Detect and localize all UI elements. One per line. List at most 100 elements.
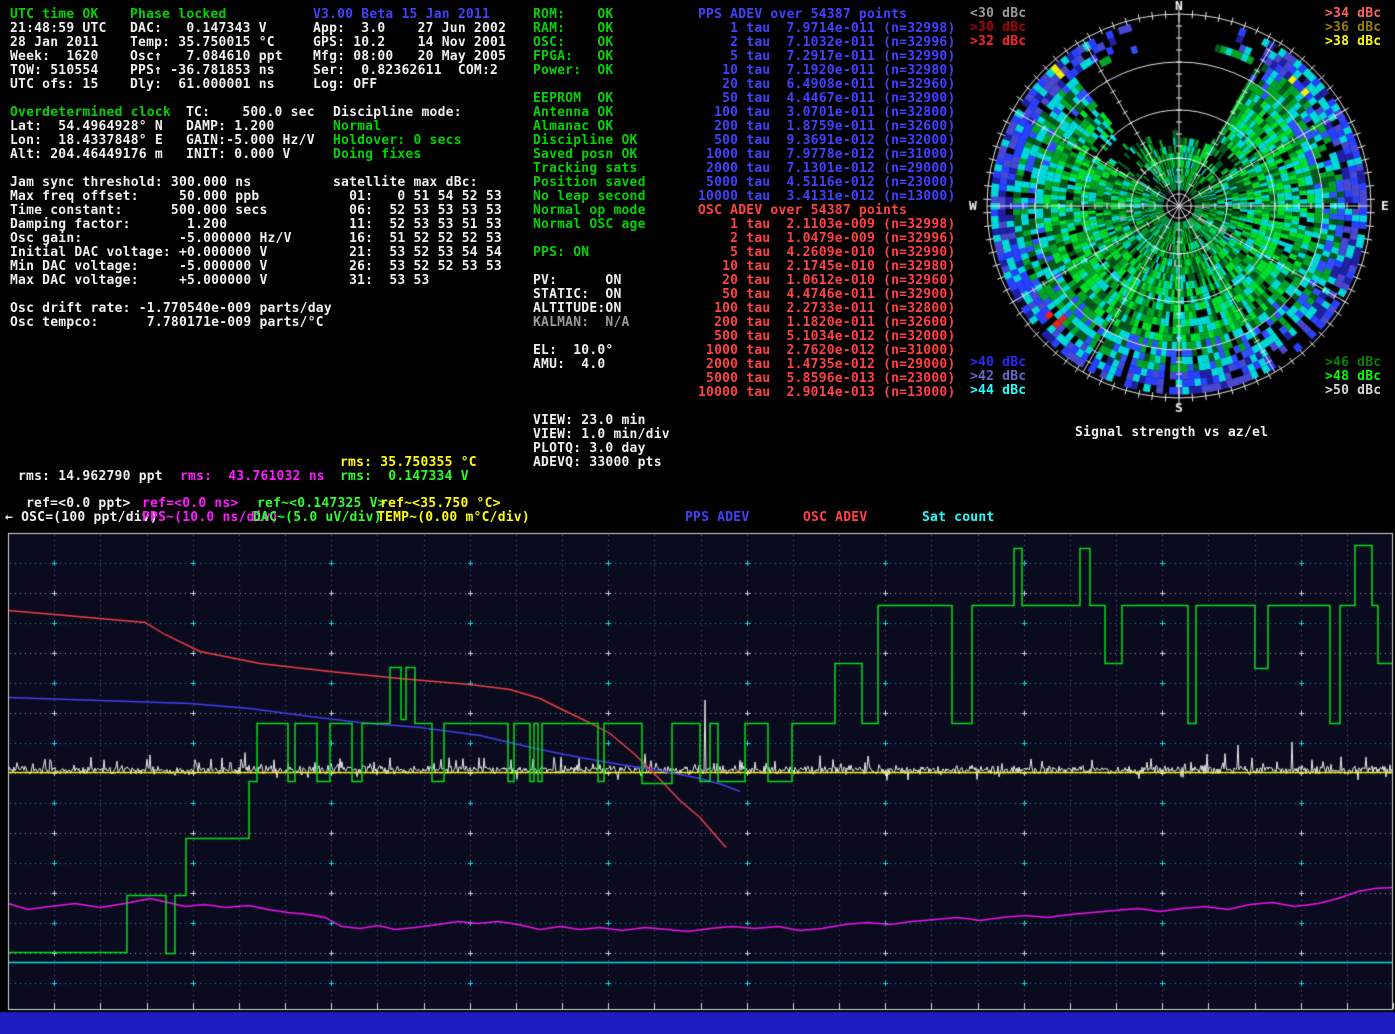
health-status-line-2: Almanac OK xyxy=(533,120,613,134)
osc-scale: ← OSC=(100 ppt/div) xyxy=(5,511,158,525)
view-settings-line-0: VIEW: 23.0 min xyxy=(533,414,646,428)
phase-status-line-0: Phase locked xyxy=(130,8,227,22)
pps-adev-table-row-6: 100 tau 3.0701e-011 (n=32800) xyxy=(698,106,956,120)
mask-settings-line-1: AMU: 4.0 xyxy=(533,358,605,372)
lady-heather-monitor-screen: UTC time OK21:48:59 UTC28 Jan 2011Week: … xyxy=(0,0,1395,1034)
phase-status-line-1: DAC: 0.147343 V xyxy=(130,22,267,36)
osc-drift-line-0: Osc drift rate: -1.770540e-009 parts/day xyxy=(10,302,332,316)
dbc-legend-bottom-left-line-2: >44 dBc xyxy=(970,384,1026,398)
satellite-max-dbc-row-5: 26: 53 52 52 53 53 xyxy=(333,260,502,274)
dbc-legend-bottom-right-line-0: >46 dBc xyxy=(1325,356,1381,370)
pps-adev-table-row-0: 1 tau 7.9714e-011 (n=32998) xyxy=(698,22,956,36)
osc-adev-table-row-10: 2000 tau 1.4735e-012 (n=29000) xyxy=(698,358,956,372)
dbc-legend-bottom-right-line-2: >50 dBc xyxy=(1325,384,1381,398)
osc-rms: rms: 14.962790 ppt xyxy=(18,470,163,484)
osc-adev-table-row-7: 200 tau 1.1820e-011 (n=32600) xyxy=(698,316,956,330)
text-layer: UTC time OK21:48:59 UTC28 Jan 2011Week: … xyxy=(0,0,1395,1034)
receiver-modes-line-2: ALTITUDE:ON xyxy=(533,302,622,316)
osc-params-line-3: Damping factor: 1.200 xyxy=(10,218,227,232)
osc-params-line-1: Max freq offset: 50.000 ppb xyxy=(10,190,259,204)
version-info-line-4: Ser: 0.82362611 COM:2 xyxy=(313,64,498,78)
dbc-legend-top-right-line-1: >36 dBc xyxy=(1325,21,1381,35)
osc-adev-table-row-5: 50 tau 4.4746e-011 (n=32900) xyxy=(698,288,956,302)
view-settings-line-3: ADEVQ: 33000 pts xyxy=(533,456,662,470)
satellite-max-dbc-row-3: 16: 51 52 52 52 53 xyxy=(333,232,502,246)
temp-ref: ref~<35.750 °C> xyxy=(380,497,501,511)
pps-adev-legend: PPS ADEV xyxy=(685,511,749,525)
osc-params-line-2: Time constant: 500.000 secs xyxy=(10,204,268,218)
receiver-modes-line-0: PV: ON xyxy=(533,274,622,288)
utc-status-line-3: Week: 1620 xyxy=(10,50,99,64)
osc-adev-table-header: OSC ADEV over 54387 points xyxy=(698,204,907,218)
satellite-max-dbc-row-1: 06: 52 53 53 53 53 xyxy=(333,204,502,218)
dac-scale: DAC~(5.0 uV/div) xyxy=(253,511,382,525)
osc-adev-table-row-4: 20 tau 1.0612e-010 (n=32960) xyxy=(698,274,956,288)
health-status-line-1: Antenna OK xyxy=(533,106,613,120)
overdetermined-clock-line-2: Lon: 18.4337848° E xyxy=(10,134,163,148)
pps-rms: rms: 43.761032 ns xyxy=(180,470,325,484)
osc-params-line-6: Min DAC voltage: -5.000000 V xyxy=(10,260,268,274)
osc-adev-table-row-8: 500 tau 5.1034e-012 (n=32000) xyxy=(698,330,956,344)
pps-adev-table-row-3: 10 tau 7.1920e-011 (n=32980) xyxy=(698,64,956,78)
pps-state-line-0: PPS: ON xyxy=(533,246,589,260)
selftest-status-line-0: ROM: OK xyxy=(533,8,613,22)
utc-status-line-0: UTC time OK xyxy=(10,8,99,22)
polar-title-line-0: Signal strength vs az/el xyxy=(1075,426,1268,440)
version-info-line-3: Mfg: 08:00 20 May 2005 xyxy=(313,50,506,64)
loop-params-line-1: DAMP: 1.200 xyxy=(186,120,275,134)
osc-params-line-0: Jam sync threshold: 300.000 ns xyxy=(10,176,251,190)
health-status-line-5: Tracking sats xyxy=(533,162,638,176)
dbc-legend-top-left-line-0: <30 dBc xyxy=(970,7,1026,21)
selftest-status-line-1: RAM: OK xyxy=(533,22,613,36)
view-settings-line-2: PLOTQ: 3.0 day xyxy=(533,442,646,456)
osc-ref: ref=<0.0 ppt> xyxy=(26,497,131,511)
health-status-line-7: No leap second xyxy=(533,190,646,204)
utc-status-line-1: 21:48:59 UTC xyxy=(10,22,107,36)
osc-adev-table-row-12: 10000 tau 2.9014e-013 (n=13000) xyxy=(698,386,956,400)
selftest-status-line-3: FPGA: OK xyxy=(533,50,613,64)
utc-status-line-2: 28 Jan 2011 xyxy=(10,36,99,50)
pps-adev-table-row-5: 50 tau 4.4467e-011 (n=32900) xyxy=(698,92,956,106)
dbc-legend-top-left-line-1: >30 dBc xyxy=(970,21,1026,35)
pps-adev-table-row-10: 2000 tau 7.1301e-012 (n=29000) xyxy=(698,162,956,176)
overdetermined-clock-line-3: Alt: 204.46449176 m xyxy=(10,148,163,162)
version-info-line-0: V3.00 Beta 15 Jan 2011 xyxy=(313,8,490,22)
satellite-max-dbc-row-4: 21: 53 52 53 54 54 xyxy=(333,246,502,260)
overdetermined-clock-line-0: Overdetermined clock xyxy=(10,106,171,120)
osc-params-line-7: Max DAC voltage: +5.000000 V xyxy=(10,274,268,288)
osc-adev-table-row-0: 1 tau 2.1103e-009 (n=32998) xyxy=(698,218,956,232)
loop-params-line-3: INIT: 0.000 V xyxy=(186,148,291,162)
health-status-line-6: Position saved xyxy=(533,176,646,190)
sat-count-legend: Sat count xyxy=(922,511,994,525)
pps-ref: ref=<0.0 ns> xyxy=(142,497,239,511)
selftest-status-line-2: OSC: OK xyxy=(533,36,613,50)
dac-rms: rms: 0.147334 V xyxy=(340,470,469,484)
osc-params-line-4: Osc gain: -5.000000 Hz/V xyxy=(10,232,292,246)
osc-adev-table-row-1: 2 tau 1.0479e-009 (n=32996) xyxy=(698,232,956,246)
dbc-legend-top-left-line-2: >32 dBc xyxy=(970,35,1026,49)
dbc-legend-top-right-line-0: >34 dBc xyxy=(1325,7,1381,21)
receiver-modes-line-1: STATIC: ON xyxy=(533,288,622,302)
pps-adev-table-header: PPS ADEV over 54387 points xyxy=(698,8,907,22)
discipline-mode-line-3: Doing fixes xyxy=(333,148,422,162)
phase-status-line-4: PPS↑ -36.781853 ns xyxy=(130,64,275,78)
selftest-status-line-4: Power: OK xyxy=(533,64,613,78)
dac-ref: ref~<0.147325 V> xyxy=(257,497,386,511)
pps-adev-table-row-4: 20 tau 6.4908e-011 (n=32960) xyxy=(698,78,956,92)
view-settings-line-1: VIEW: 1.0 min/div xyxy=(533,428,670,442)
dbc-legend-bottom-left-line-0: >40 dBc xyxy=(970,356,1026,370)
satellite-max-dbc-row-0: 01: 0 51 54 52 53 xyxy=(333,190,502,204)
dbc-legend-top-right-line-2: >38 dBc xyxy=(1325,35,1381,49)
discipline-mode-line-0: Discipline mode: xyxy=(333,106,462,120)
health-status-line-4: Saved posn OK xyxy=(533,148,638,162)
utc-status-line-4: TOW: 510554 xyxy=(10,64,99,78)
health-status-line-3: Discipline OK xyxy=(533,134,638,148)
health-status-line-0: EEPROM OK xyxy=(533,92,613,106)
loop-params-line-2: GAIN:-5.000 Hz/V xyxy=(186,134,315,148)
version-info-line-2: GPS: 10.2 14 Nov 2001 xyxy=(313,36,506,50)
osc-adev-table-row-11: 5000 tau 5.8596e-013 (n=23000) xyxy=(698,372,956,386)
pps-adev-table-row-2: 5 tau 7.2917e-011 (n=32990) xyxy=(698,50,956,64)
health-status-line-8: Normal op mode xyxy=(533,204,646,218)
pps-adev-table-row-7: 200 tau 1.8759e-011 (n=32600) xyxy=(698,120,956,134)
discipline-mode-line-1: Normal xyxy=(333,120,381,134)
